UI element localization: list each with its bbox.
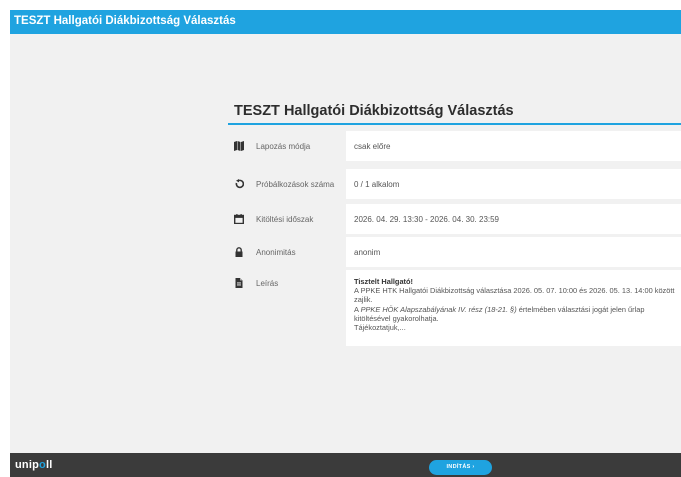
row-value-cell: anonim: [346, 237, 681, 267]
row-label: Próbálkozások száma: [256, 180, 335, 189]
description-line-3: Tájékoztatjuk,...: [354, 323, 406, 333]
info-row-period: Kitöltési időszak 2026. 04. 29. 13:30 - …: [228, 204, 681, 234]
row-label-cell: Kitöltési időszak: [228, 204, 346, 234]
description-text: Tisztelt Hallgató! A PPKE HTK Hallgatói …: [354, 277, 675, 332]
info-row-anonymity: Anonimitás anonim: [228, 237, 681, 267]
lock-icon: [235, 247, 243, 257]
description-heading: Tisztelt Hallgató!: [354, 277, 413, 286]
document-icon: [235, 278, 243, 288]
footer-bar: unipoll INDÍTÁS ›: [10, 453, 681, 477]
title-divider: [228, 123, 681, 125]
row-value: csak előre: [354, 142, 391, 151]
info-row-description: Leírás Tisztelt Hallgató! A PPKE HTK Hal…: [228, 270, 681, 346]
info-row-attempts: Próbálkozások száma 0 / 1 alkalom: [228, 169, 681, 199]
top-bar: TESZT Hallgatói Diákbizottság Választás: [10, 10, 681, 34]
row-label: Anonimitás: [256, 248, 296, 257]
row-value: 0 / 1 alkalom: [354, 180, 400, 189]
window-title: TESZT Hallgatói Diákbizottság Választás: [14, 15, 236, 27]
row-value-cell: Tisztelt Hallgató! A PPKE HTK Hallgatói …: [346, 270, 681, 346]
map-book-icon: [234, 141, 244, 151]
unipoll-logo: unipoll: [15, 459, 53, 471]
row-label-cell: Anonimitás: [228, 237, 346, 267]
app-window: TESZT Hallgatói Diákbizottság Választás …: [10, 10, 681, 477]
row-value: 2026. 04. 29. 13:30 - 2026. 04. 30. 23:5…: [354, 215, 500, 224]
row-label: Kitöltési időszak: [256, 215, 314, 224]
row-label-cell: Lapozás módja: [228, 131, 346, 161]
row-label-cell: Leírás: [228, 270, 346, 346]
description-line-2: A PPKE HÖK Alapszabályának IV. rész (18-…: [354, 304, 645, 323]
row-value-cell: csak előre: [346, 131, 681, 161]
row-label: Lapozás módja: [256, 142, 311, 151]
row-value: anonim: [354, 248, 381, 257]
start-button[interactable]: INDÍTÁS ›: [429, 460, 492, 475]
description-line-1: A PPKE HTK Hallgatói Diákbizottság válas…: [354, 286, 675, 305]
form-title: TESZT Hallgatói Diákbizottság Választás: [234, 103, 514, 119]
row-label: Leírás: [256, 279, 279, 288]
undo-arrow-icon: [235, 179, 244, 189]
row-value-cell: 2026. 04. 29. 13:30 - 2026. 04. 30. 23:5…: [346, 204, 681, 234]
row-label-cell: Próbálkozások száma: [228, 169, 346, 199]
row-value-cell: 0 / 1 alkalom: [346, 169, 681, 199]
calendar-icon: [234, 214, 244, 224]
info-row-paging: Lapozás módja csak előre: [228, 131, 681, 161]
description-emphasis: PPKE HÖK Alapszabályának IV. rész (18-21…: [360, 304, 517, 314]
